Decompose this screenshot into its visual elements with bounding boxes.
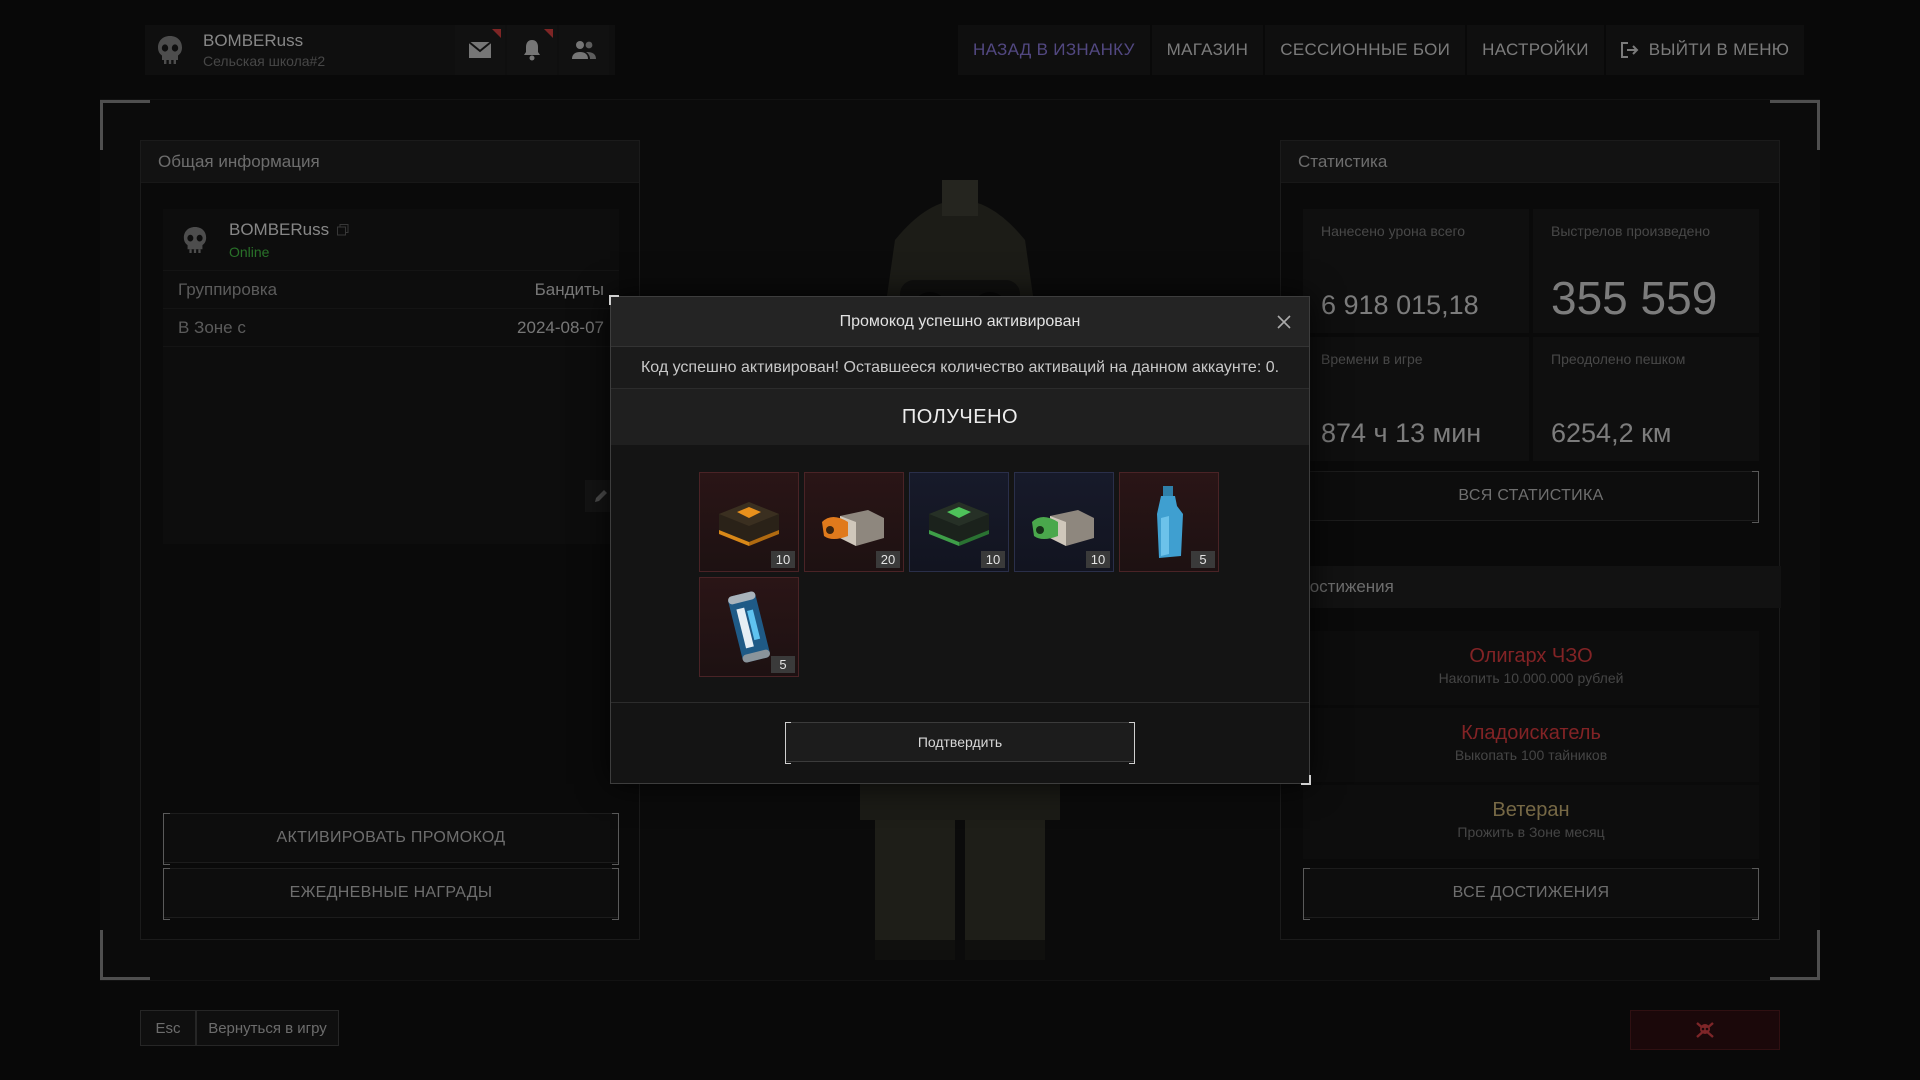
- blue-bottle-icon: [1157, 486, 1183, 558]
- reward-item[interactable]: 20: [804, 472, 904, 572]
- energy-drink-can-icon: [728, 591, 770, 663]
- promo-success-dialog: Промокод успешно активирован Код успешно…: [609, 295, 1311, 785]
- green-ammo-box-icon: [929, 502, 989, 546]
- item-count: 20: [876, 551, 900, 568]
- dialog-title: Промокод успешно активирован: [839, 312, 1081, 330]
- item-count: 10: [1086, 551, 1110, 568]
- dialog-header: Промокод успешно активирован: [611, 297, 1309, 347]
- confirm-button[interactable]: Подтвердить: [785, 722, 1135, 764]
- item-count: 10: [981, 551, 1005, 568]
- dialog-divider: [611, 702, 1309, 703]
- reward-item[interactable]: 10: [1014, 472, 1114, 572]
- close-button[interactable]: [1273, 311, 1295, 333]
- green-open-crate-icon: [1032, 510, 1094, 546]
- orange-open-crate-icon: [822, 510, 884, 546]
- item-count: 5: [771, 656, 795, 673]
- received-heading: ПОЛУЧЕНО: [611, 389, 1309, 445]
- orange-ammo-box-icon: [719, 502, 779, 546]
- reward-item[interactable]: 5: [1119, 472, 1219, 572]
- item-count: 5: [1191, 551, 1215, 568]
- dialog-message: Код успешно активирован! Оставшееся коли…: [611, 347, 1309, 389]
- reward-item[interactable]: 5: [699, 577, 799, 677]
- close-icon: [1277, 315, 1291, 329]
- item-count: 10: [771, 551, 795, 568]
- reward-item[interactable]: 10: [909, 472, 1009, 572]
- reward-items: 10 20 10 10 5 5: [699, 472, 1229, 677]
- reward-item[interactable]: 10: [699, 472, 799, 572]
